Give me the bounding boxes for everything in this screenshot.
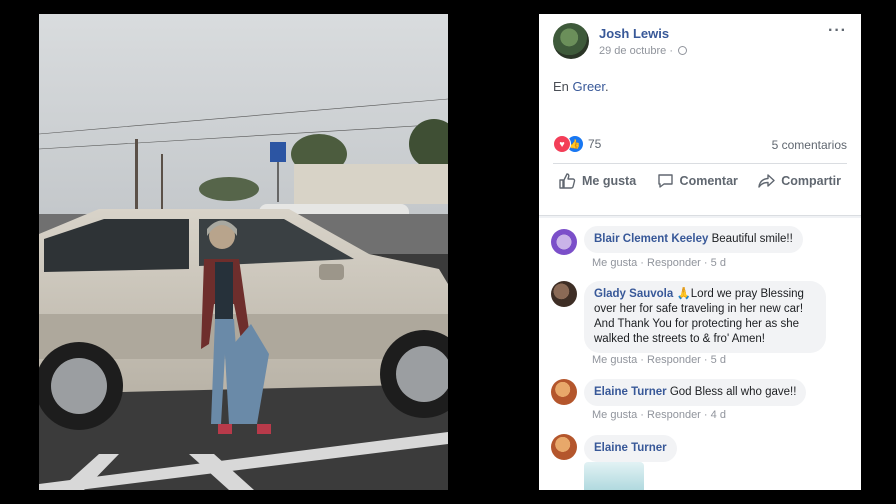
post-actions: Me gusta Comentar Compartir [553,166,847,196]
comment-meta-dot: · [637,257,648,269]
commenter-avatar[interactable] [551,229,577,255]
more-options-button[interactable]: ··· [828,22,847,40]
comment-reply-link[interactable]: Responder [647,409,701,421]
post-panel: Josh Lewis 29 de octubre · ··· En Greer.… [539,14,861,490]
comment-like-link[interactable]: Me gusta [592,409,637,421]
location-link[interactable]: Greer [573,79,606,94]
divider [539,216,861,218]
divider [553,163,847,164]
share-button-label: Compartir [781,174,841,188]
comment-time[interactable]: 4 d [711,409,726,421]
comments-count-link[interactable]: 5 comentarios [772,138,847,152]
post-location: En Greer. [553,79,609,94]
commenter-name[interactable]: Elaine Turner [594,442,667,454]
commenter-avatar[interactable] [551,379,577,405]
comment-meta-dot: · [700,409,711,421]
commenter-avatar[interactable] [551,281,577,307]
author-name[interactable]: Josh Lewis [599,26,669,41]
comment-meta-dot: · [700,354,711,366]
comment-icon [657,174,673,188]
share-button[interactable]: Compartir [752,173,847,189]
comment-time[interactable]: 5 d [711,354,726,366]
like-button[interactable]: Me gusta [553,173,642,189]
comment-reply-link[interactable]: Responder [647,257,701,269]
comment-meta-dot: · [637,354,648,366]
comment-text: God Bless all who gave!! [666,386,797,398]
comment-meta-dot: · [700,257,711,269]
comment-meta: Me gusta · Responder · 5 d [592,257,726,269]
comment-meta: Me gusta · Responder · 5 d [592,354,726,366]
comment-bubble: Elaine Turner [584,435,677,462]
like-button-label: Me gusta [582,174,637,188]
comment-bubble: Elaine Turner God Bless all who gave!! [584,379,807,406]
commenter-name[interactable]: Glady Sauvola [594,288,673,300]
post-photo[interactable] [39,14,448,490]
author-avatar[interactable] [553,23,589,59]
commenter-name[interactable]: Blair Clement Keeley [594,233,708,245]
comment-button[interactable]: Comentar [651,173,744,189]
comment-bubble: Glady Sauvola 🙏Lord we pray Blessing ove… [584,281,826,353]
comment-like-link[interactable]: Me gusta [592,354,637,366]
love-reaction-icon: ♥ [553,135,571,153]
comment-text: Beautiful smile!! [708,233,793,245]
comment-time[interactable]: 5 d [711,257,726,269]
post-date-text: 29 de octubre · [599,45,673,57]
reactions-summary[interactable]: ♥ 👍 75 [553,135,601,153]
share-icon [758,174,775,188]
thumbs-up-icon [559,173,576,189]
location-prefix: En [553,79,573,94]
commenter-avatar[interactable] [551,434,577,460]
comment-bubble: Blair Clement Keeley Beautiful smile!! [584,226,803,253]
reaction-count: 75 [588,137,602,151]
comment-image[interactable] [584,462,644,490]
location-suffix: . [605,79,609,94]
commenter-name[interactable]: Elaine Turner [594,386,667,398]
post-date[interactable]: 29 de octubre · [599,45,688,57]
comment-meta-dot: · [637,409,648,421]
comment-like-link[interactable]: Me gusta [592,257,637,269]
comment-button-label: Comentar [679,174,738,188]
comment-reply-link[interactable]: Responder [647,354,701,366]
comment-meta: Me gusta · Responder · 4 d [592,409,726,421]
globe-icon [678,46,688,55]
